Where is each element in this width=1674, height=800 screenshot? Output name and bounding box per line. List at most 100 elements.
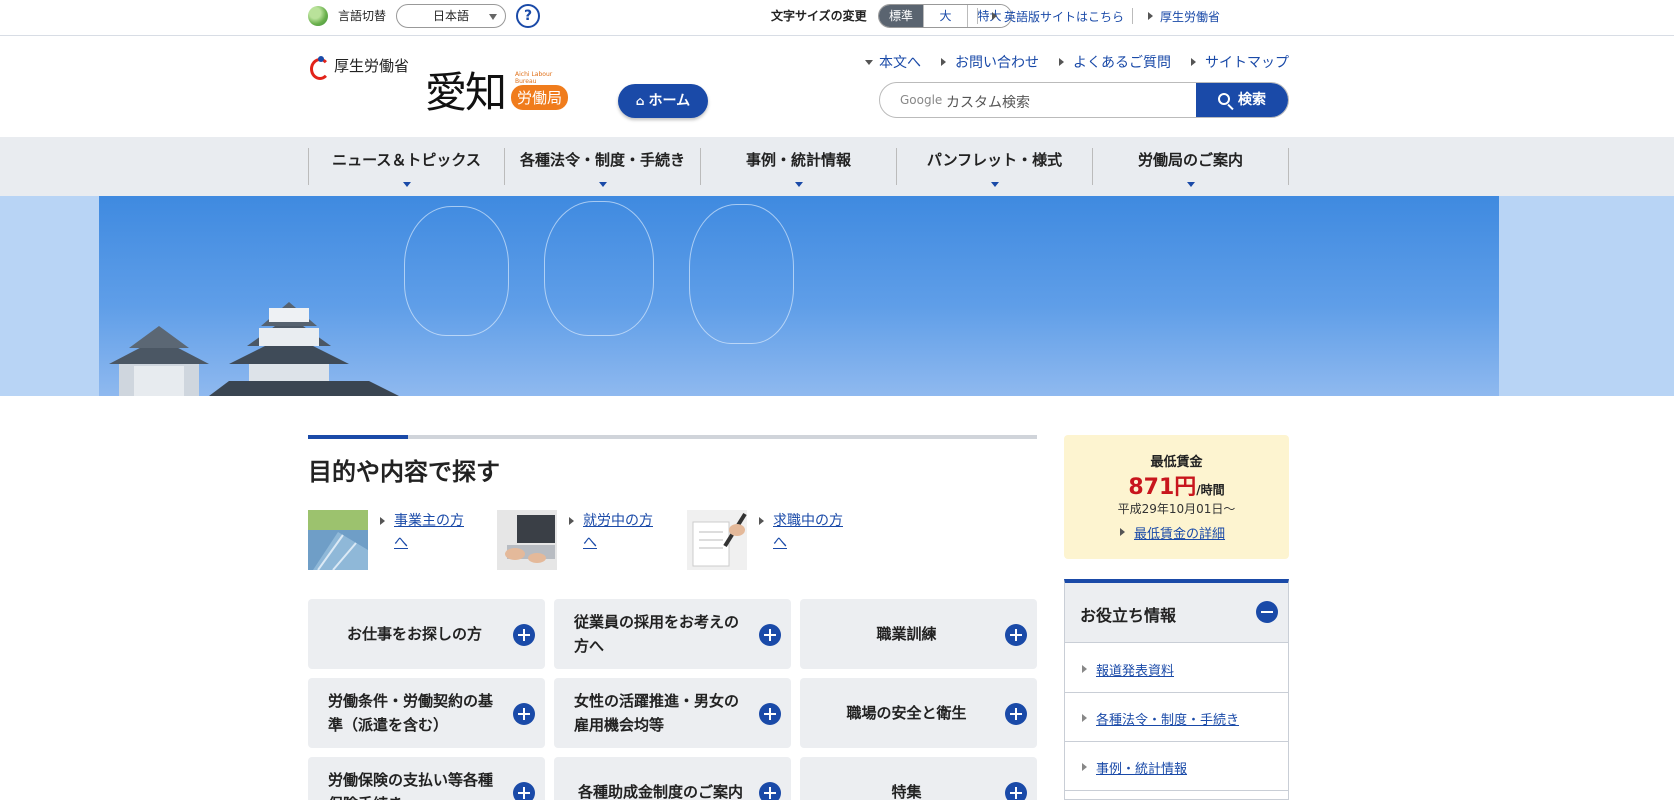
plus-icon (1005, 624, 1027, 646)
font-size-large-button[interactable]: 大 (923, 5, 967, 27)
card-label: 各種助成金制度のご案内 (577, 783, 743, 800)
employer-photo (308, 510, 368, 570)
useful-info-header[interactable]: お役立ち情報 (1065, 583, 1288, 643)
globe-icon (308, 6, 328, 26)
utility-bar: 言語切替 日本語 ? 文字サイズの変更 標準 大 特大 英語版サイトはこちら 厚… (0, 0, 1674, 36)
warlord-sketch-1 (404, 206, 509, 336)
collapse-icon[interactable] (1256, 601, 1278, 623)
mhlw-mark-icon (308, 54, 330, 80)
nav-pamphlets-forms[interactable]: パンフレット・様式 (897, 148, 1093, 187)
wage-title: 最低賃金 (1150, 455, 1203, 470)
google-label: Google (900, 93, 943, 107)
useful-info-item: 各種法令・制度・手続き (1065, 693, 1288, 742)
search-input[interactable]: カスタム検索 (946, 92, 1030, 112)
cases-statistics-link[interactable]: 事例・統計情報 (1081, 758, 1187, 777)
hero-banner (99, 196, 1499, 396)
persona-jobseeker[interactable]: 求職中の方へ (687, 510, 867, 570)
help-icon[interactable]: ? (516, 4, 540, 28)
employed-photo (497, 510, 557, 570)
card-label: 従業員の採用をお考えの方へ (574, 613, 740, 655)
font-size-standard-button[interactable]: 標準 (879, 5, 923, 27)
plus-icon (513, 624, 535, 646)
card-label: 職業訓練 (876, 625, 937, 643)
card-labor-conditions[interactable]: 労働条件・労働契約の基準（派遣を含む） (308, 678, 545, 748)
search-icon (1218, 93, 1230, 105)
warlord-sketch-3 (689, 204, 794, 344)
card-labor-insurance[interactable]: 労働保険の支払い等各種保険手続き (308, 757, 545, 800)
laws-procedures-link[interactable]: 各種法令・制度・手続き (1081, 709, 1239, 728)
card-vocational-training[interactable]: 職業訓練 (800, 599, 1037, 669)
home-button-label: ホーム (648, 93, 691, 109)
nav-laws-procedures[interactable]: 各種法令・制度・手続き (505, 148, 701, 187)
card-label: 女性の活躍推進・男女の雇用機会均等 (574, 692, 740, 734)
search-box: Google カスタム検索 検索 (879, 82, 1289, 118)
card-label: お仕事をお探しの方 (346, 625, 482, 643)
wage-amount-value: 871円 (1128, 475, 1197, 500)
mhlw-logo[interactable]: 厚生労働省 (308, 53, 410, 80)
card-hiring[interactable]: 従業員の採用をお考えの方へ (554, 599, 791, 669)
card-label: 職場の安全と衛生 (846, 704, 967, 722)
english-site-link[interactable]: 英語版サイトはこちら (991, 8, 1124, 25)
global-nav-inner: ニュース＆トピックス 各種法令・制度・手続き 事例・統計情報 パンフレット・様式… (308, 148, 1289, 187)
utility-bar-inner: 言語切替 日本語 ? 文字サイズの変更 標準 大 特大 英語版サイトはこちら 厚… (308, 0, 1289, 32)
plus-icon (759, 624, 781, 646)
logo-english-text: Aichi Labour Bureau (515, 71, 553, 85)
aichi-labour-bureau-logo[interactable]: 愛知 Aichi Labour Bureau 労働局 (423, 57, 573, 127)
card-job-search[interactable]: お仕事をお探しの方 (308, 599, 545, 669)
section-title-bar (308, 435, 1037, 439)
card-special-feature[interactable]: 特集 (800, 757, 1037, 800)
useful-info-item: 報道発表資料 (1065, 644, 1288, 693)
plus-icon (513, 782, 535, 800)
useful-info-panel: お役立ち情報 報道発表資料 各種法令・制度・手続き 事例・統計情報 (1064, 579, 1289, 800)
section-title: 目的や内容で探す (308, 458, 500, 486)
plus-icon (759, 782, 781, 800)
category-cards: お仕事をお探しの方 従業員の採用をお考えの方へ 職業訓練 労働条件・労働契約の基… (308, 599, 1037, 800)
search-button[interactable]: 検索 (1196, 83, 1288, 117)
search-button-label: 検索 (1238, 92, 1266, 108)
nagoya-castle-image (109, 302, 399, 396)
persona-employed[interactable]: 就労中の方へ (497, 510, 677, 570)
font-size-label: 文字サイズの変更 (771, 9, 867, 23)
nav-bureau-info[interactable]: 労働局のご案内 (1093, 148, 1289, 187)
card-subsidies[interactable]: 各種助成金制度のご案内 (554, 757, 791, 800)
divider (1132, 8, 1133, 24)
mhlw-name: 厚生労働省 (334, 56, 410, 75)
contact-link[interactable]: お問い合わせ (941, 52, 1039, 72)
logo-main-text: 愛知 (425, 68, 507, 117)
card-women-equality[interactable]: 女性の活躍推進・男女の雇用機会均等 (554, 678, 791, 748)
persona-employer[interactable]: 事業主の方へ (308, 510, 488, 570)
faq-link[interactable]: よくあるご質問 (1059, 52, 1171, 72)
wage-unit: /時間 (1196, 483, 1225, 497)
chevron-down-icon (489, 14, 497, 20)
wage-details-link[interactable]: 最低賃金の詳細 (1119, 523, 1225, 542)
mhlw-link[interactable]: 厚生労働省 (1147, 8, 1220, 25)
plus-icon (759, 703, 781, 725)
minimum-wage-box: 最低賃金 871円/時間 平成29年10月01日〜 最低賃金の詳細 (1064, 435, 1289, 559)
plus-icon (1005, 703, 1027, 725)
card-label: 労働条件・労働契約の基準（派遣を含む） (328, 692, 494, 734)
sitemap-link[interactable]: サイトマップ (1191, 52, 1289, 72)
jobseeker-photo (687, 510, 747, 570)
skip-to-content-link[interactable]: 本文へ (865, 52, 921, 72)
card-label: 労働保険の支払い等各種保険手続き (328, 771, 494, 800)
card-safety-health[interactable]: 職場の安全と衛生 (800, 678, 1037, 748)
press-releases-link[interactable]: 報道発表資料 (1081, 660, 1174, 679)
persona-jobseeker-link[interactable]: 求職中の方へ (759, 510, 853, 554)
header-links: 本文へ お問い合わせ よくあるご質問 サイトマップ (845, 52, 1289, 72)
logo-sub-text: 労働局 (511, 85, 569, 110)
home-icon: ⌂ (635, 94, 645, 108)
warlord-sketch-2 (544, 201, 654, 336)
nav-news-topics[interactable]: ニュース＆トピックス (309, 148, 505, 187)
language-selected-value: 日本語 (432, 9, 469, 23)
card-label: 特集 (891, 783, 922, 800)
plus-icon (513, 703, 535, 725)
nav-cases-statistics[interactable]: 事例・統計情報 (701, 148, 897, 187)
useful-info-title: お役立ち情報 (1080, 606, 1177, 625)
divider (977, 8, 978, 24)
language-select[interactable]: 日本語 (396, 4, 506, 28)
plus-icon (1005, 782, 1027, 800)
global-nav: ニュース＆トピックス 各種法令・制度・手続き 事例・統計情報 パンフレット・様式… (0, 137, 1674, 196)
home-button[interactable]: ⌂ ホーム (618, 84, 708, 118)
persona-employer-link[interactable]: 事業主の方へ (380, 510, 474, 554)
persona-employed-link[interactable]: 就労中の方へ (569, 510, 663, 554)
